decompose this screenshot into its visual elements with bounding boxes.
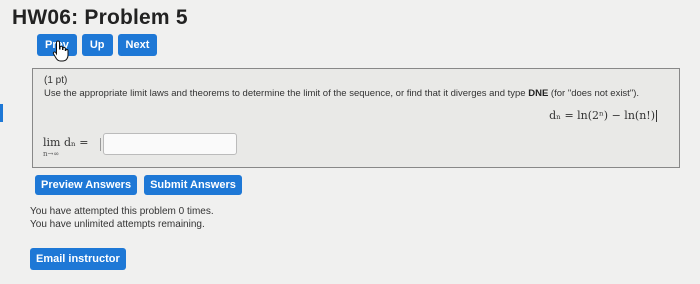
answer-input[interactable] xyxy=(103,133,237,155)
next-button[interactable]: Next xyxy=(117,34,158,56)
email-instructor-button[interactable]: Email instructor xyxy=(30,248,126,270)
up-button[interactable]: Up xyxy=(81,34,113,56)
problem-instruction: Use the appropriate limit laws and theor… xyxy=(44,88,639,99)
formula-text: dₙ = ln(2ⁿ) − ln(n!) xyxy=(549,109,655,122)
answer-caret xyxy=(100,138,101,151)
email-section: Email instructor xyxy=(30,248,126,270)
instruction-text-start: Use the appropriate limit laws and theor… xyxy=(44,88,529,99)
problem-points: (1 pt) xyxy=(44,75,68,86)
hand-cursor-icon xyxy=(52,40,69,62)
formula-cursor xyxy=(656,110,657,122)
limit-label: lim dₙ = xyxy=(43,136,89,149)
attempts-count-text: You have attempted this problem 0 times. xyxy=(30,206,214,217)
problem-box: (1 pt) Use the appropriate limit laws an… xyxy=(32,68,680,168)
side-accent-bar xyxy=(0,104,3,122)
page-title: HW06: Problem 5 xyxy=(12,6,188,29)
attempt-status: You have attempted this problem 0 times.… xyxy=(30,205,214,231)
answer-actions: Preview Answers Submit Answers xyxy=(35,175,242,195)
attempts-remaining-text: You have unlimited attempts remaining. xyxy=(30,219,205,230)
limit-subscript: n→∞ xyxy=(43,150,60,158)
instruction-text-end: (for "does not exist"). xyxy=(548,88,639,99)
sequence-formula: dₙ = ln(2ⁿ) − ln(n!) xyxy=(549,109,657,122)
submit-answers-button[interactable]: Submit Answers xyxy=(144,175,242,195)
instruction-dne: DNE xyxy=(528,88,549,99)
preview-answers-button[interactable]: Preview Answers xyxy=(35,175,138,195)
limit-expression: lim dₙ = n→∞ xyxy=(43,136,88,158)
